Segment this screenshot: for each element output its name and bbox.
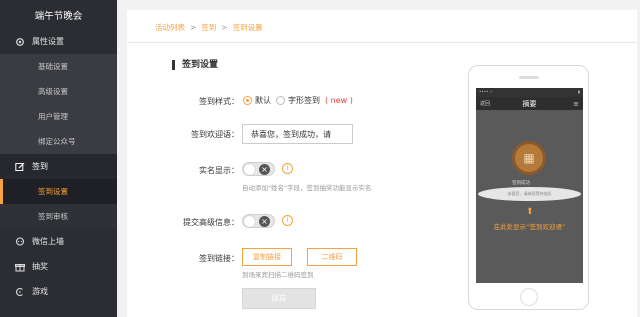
phone-welcome-bubble: 恭喜您，请继续等待抽奖 bbox=[478, 187, 581, 201]
sidebar-group-label: 签到 bbox=[32, 162, 48, 171]
gift-icon bbox=[15, 262, 25, 272]
sidebar-item-user-management[interactable]: 用户管理 bbox=[0, 104, 117, 129]
sidebar-item-bind-account[interactable]: 绑定公众号 bbox=[0, 129, 117, 154]
divider bbox=[127, 42, 637, 43]
sidebar-item-advanced-settings[interactable]: 高级设置 bbox=[0, 79, 117, 104]
radio-dot-selected bbox=[243, 96, 252, 105]
close-icon: × bbox=[259, 164, 270, 175]
sidebar-group-signin[interactable]: 签到 bbox=[0, 154, 117, 179]
sidebar-group-attr-settings[interactable]: 属性设置 bbox=[0, 29, 117, 54]
radio-text-label: 字形签到 bbox=[288, 96, 320, 105]
breadcrumb-separator: > bbox=[190, 23, 197, 32]
qrcode-button[interactable]: 二维码 bbox=[307, 248, 357, 266]
game-icon bbox=[15, 287, 25, 297]
breadcrumb-current: 签到设置 bbox=[232, 23, 263, 32]
sidebar-group-lottery[interactable]: 抽奖 bbox=[0, 254, 117, 279]
sidebar-item-signin-settings[interactable]: 签到设置 bbox=[0, 179, 117, 204]
sidebar-group-label: 抽奖 bbox=[32, 262, 48, 271]
copy-link-button[interactable]: 复制链接 bbox=[242, 248, 292, 266]
calendar-icon: ▦ bbox=[512, 141, 546, 175]
phone-hint: 在此处显示“签到欢迎语” bbox=[493, 223, 566, 231]
realname-toggle[interactable]: × bbox=[242, 162, 275, 176]
edit-icon bbox=[15, 162, 25, 172]
sidebar-item-signin-review[interactable]: 签到审核 bbox=[0, 204, 117, 229]
advanced-info-toggle[interactable]: × bbox=[242, 214, 275, 228]
signin-style-options: 默认 字形签到 ( new ) bbox=[243, 95, 353, 106]
welcome-label: 签到欢迎语： bbox=[191, 130, 239, 139]
new-badge: ( new ) bbox=[325, 96, 353, 105]
sidebar: 端午节晚会 属性设置 基础设置 高级设置 用户管理 绑定公众号 签到 签到设置 … bbox=[0, 0, 117, 317]
phone-title: 摘要 bbox=[522, 99, 537, 108]
advanced-info-label: 提交高级信息： bbox=[183, 218, 239, 227]
phone-welcome-label: 签到成功 bbox=[512, 181, 530, 186]
radio-default-label: 默认 bbox=[255, 96, 271, 105]
save-button[interactable]: 保存 bbox=[242, 288, 316, 309]
gear-icon bbox=[15, 37, 25, 47]
sidebar-group-wechat-wall[interactable]: 微信上墙 bbox=[0, 229, 117, 254]
main-panel: 活动列表 > 签到 > 签到设置 签到设置 签到样式： 默认 字形签到 ( new ) … bbox=[127, 10, 637, 317]
signin-link-hint: 到场来宾扫描二维码签到 bbox=[242, 271, 314, 279]
radio-text-signin[interactable]: 字形签到 bbox=[276, 95, 320, 106]
phone-back: 返回 bbox=[480, 101, 491, 107]
menu-icon: ≡ bbox=[573, 99, 579, 108]
phone-screen: •••• ✓ ▮ 返回 摘要 ≡ ▦ 签到成功 恭喜您，请继续等待抽奖 ⬆ 在此处… bbox=[476, 88, 583, 283]
phone-status-bar: •••• ✓ ▮ bbox=[476, 88, 583, 97]
sidebar-group-label: 游戏 bbox=[32, 287, 48, 296]
app-title: 端午节晚会 bbox=[34, 10, 83, 22]
phone-topbar: 返回 摘要 ≡ bbox=[476, 97, 583, 110]
sidebar-item-basic-settings[interactable]: 基础设置 bbox=[0, 54, 117, 79]
chat-icon bbox=[15, 236, 25, 247]
phone-preview: •••• ✓ ▮ 返回 摘要 ≡ ▦ 签到成功 恭喜您，请继续等待抽奖 ⬆ 在此处… bbox=[468, 65, 589, 310]
sidebar-group-games[interactable]: 游戏 bbox=[0, 279, 117, 304]
realname-hint: 自动添加"姓名"字段，签到抽奖功能显示实名 bbox=[242, 184, 372, 192]
signin-style-label: 签到样式： bbox=[199, 97, 239, 106]
welcome-input[interactable]: 恭喜您，签到成功，请 bbox=[242, 124, 353, 144]
breadcrumb-separator: > bbox=[221, 23, 228, 32]
sidebar-group-label: 微信上墙 bbox=[32, 237, 64, 246]
breadcrumb-activity-list[interactable]: 活动列表 bbox=[155, 23, 185, 32]
radio-default[interactable]: 默认 bbox=[243, 95, 271, 106]
breadcrumb: 活动列表 > 签到 > 签到设置 bbox=[155, 22, 263, 33]
breadcrumb-signin[interactable]: 签到 bbox=[201, 23, 216, 32]
info-icon[interactable]: i bbox=[282, 163, 293, 174]
section-title: 签到设置 bbox=[172, 60, 218, 70]
phone-speaker bbox=[519, 76, 539, 79]
toggle-knob bbox=[244, 216, 255, 227]
signin-link-label: 签到链接： bbox=[199, 254, 239, 263]
toggle-knob bbox=[244, 164, 255, 175]
radio-dot bbox=[276, 96, 285, 105]
info-icon[interactable]: i bbox=[282, 215, 293, 226]
arrow-up-icon: ⬆ bbox=[526, 207, 534, 217]
sidebar-group-label: 属性设置 bbox=[32, 37, 64, 46]
phone-home-button bbox=[520, 288, 538, 306]
realname-label: 实名显示： bbox=[199, 166, 239, 175]
close-icon: × bbox=[259, 216, 270, 227]
